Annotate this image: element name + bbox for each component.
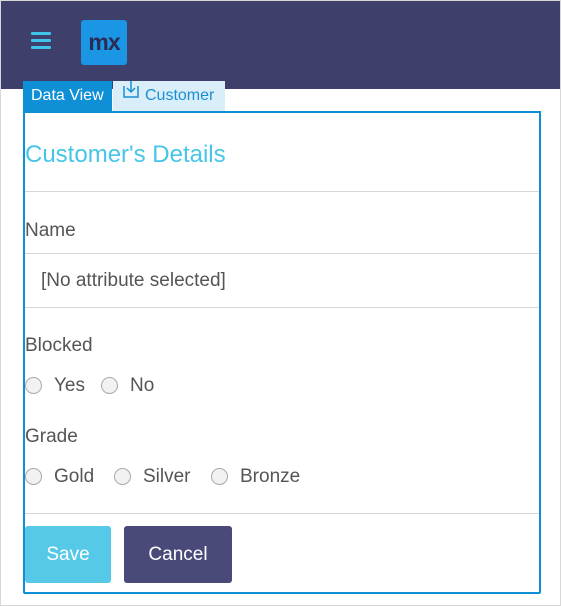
- radio-circle: [25, 468, 42, 485]
- tab-customer-entity[interactable]: Customer: [113, 81, 225, 111]
- radio-circle: [114, 468, 131, 485]
- radio-label: Yes: [54, 375, 85, 396]
- name-label: Name: [25, 220, 76, 241]
- blocked-label: Blocked: [25, 335, 93, 356]
- download-entity-icon: [123, 79, 139, 109]
- grade-label: Grade: [25, 426, 78, 447]
- radio-circle: [25, 377, 42, 394]
- app-window: mx Data View Customer Customer's Details…: [0, 0, 561, 606]
- hamburger-menu-icon[interactable]: [31, 32, 51, 50]
- divider: [25, 513, 539, 514]
- logo-text: mx: [88, 29, 120, 55]
- radio-circle: [101, 377, 118, 394]
- radio-label: Silver: [143, 466, 191, 487]
- save-button[interactable]: Save: [25, 526, 111, 583]
- radio-label: No: [130, 375, 155, 396]
- mendix-logo: mx: [81, 20, 127, 65]
- divider: [25, 191, 539, 192]
- cancel-button[interactable]: Cancel: [124, 526, 232, 583]
- radio-label: Bronze: [240, 466, 301, 487]
- customer-details-panel: Customer's Details Name [No attribute se…: [23, 111, 541, 594]
- tab-customer-label: Customer: [145, 87, 215, 104]
- radio-circle: [211, 468, 228, 485]
- top-navigation-bar: mx: [1, 1, 560, 89]
- page-title: Customer's Details: [25, 141, 226, 168]
- name-field[interactable]: [No attribute selected]: [25, 253, 539, 308]
- radio-label: Gold: [54, 466, 95, 487]
- tab-data-view[interactable]: Data View: [23, 81, 112, 111]
